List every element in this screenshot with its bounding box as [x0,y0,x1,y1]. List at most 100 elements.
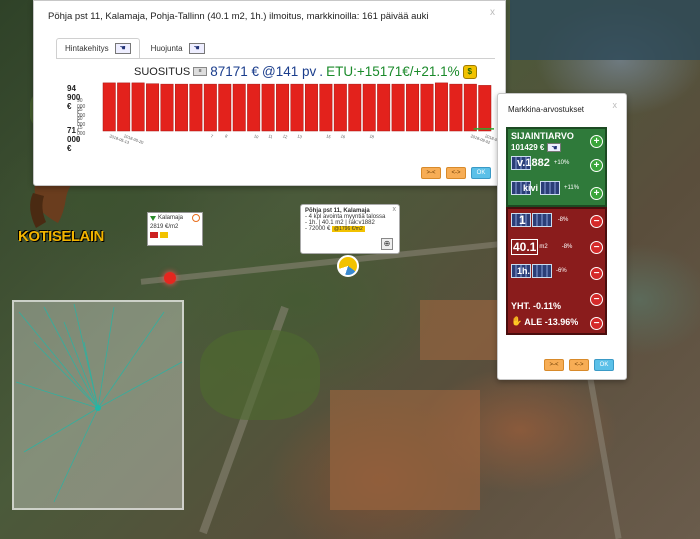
dialog-title: Pöhja pst 11, Kalamaja, Pohja-Tallinn (4… [48,11,429,22]
location-value: 101429 € [511,143,545,152]
down-arrow-icon [150,216,156,221]
collapse-button[interactable]: >-< [421,167,441,179]
panel-close-button[interactable]: x [613,100,618,110]
panel-title: Markkina-arvostukset [508,105,585,114]
advantage-value: ETU:+15171€/+21.1% [326,64,460,79]
tab-label: Hintakehitys [65,44,109,53]
minus-icon[interactable]: − [590,215,603,228]
chart-bar [276,83,290,132]
chart-plot: 2018-05-132018-05-20 7 8 10 11 12 13 15 16 18 2018… [102,82,502,145]
chart-bar [377,83,391,132]
x-tick-label: 18 [369,133,376,139]
chart-bar [131,82,145,132]
chart-bar [391,83,405,132]
material: kivi [523,183,539,193]
minus-icon[interactable]: − [590,317,603,330]
selection-overlay[interactable] [12,300,184,510]
chart-bar [304,83,318,132]
area-pin-card[interactable]: Kalamaja 2819 €/m2 [147,212,203,246]
harbor-water [510,0,700,60]
chart-bar [434,82,448,132]
minus-icon[interactable]: − [590,267,603,280]
plus-icon[interactable]: + [590,159,603,172]
valuation-panel: Markkina-arvostukset x SIJAINTIARVO 1014… [497,93,627,380]
build-year: v.1882 [517,157,550,169]
no-entry-icon [192,214,200,222]
rooms: 1h. [517,266,531,276]
logo-text: KOTISELAIN [18,228,104,245]
house-icon [160,232,168,238]
floor-percent: -8% [557,217,569,223]
plus-icon[interactable]: + [590,135,603,148]
x-tick-label: 10 [253,133,260,139]
chart-bar [261,83,275,132]
brick-icon [540,181,561,195]
negative-factors: 1 -8% − 40.1 m2 -8% − 1h. -6% − − YHT. -0.11… [506,207,607,335]
tab-hintakehitys[interactable]: Hintakehitys ☚ [56,38,140,58]
dialog-tabs: Hintakehitys ☚ Huojunta ☚ [56,38,214,58]
x-tick-label: 16 [340,133,347,139]
chart-bar [174,83,188,132]
discount: ALE -13.96% [524,316,579,327]
recommended-days: @141 pv [262,64,317,79]
positive-factors: SIJAINTIARVO 101429 € ☚ + v.1882 +10% + ki… [506,127,607,207]
x-tick-label: 15 [326,133,333,139]
ok-button[interactable]: OK [594,359,614,371]
chart-bar [189,83,203,132]
chart-bar [420,83,434,132]
chart-bar [362,83,376,132]
popup-price: - 72000 € [305,226,331,232]
recommended-price: 87171 € [210,64,260,79]
tab-label: Huojunta [150,44,183,53]
minus-icon[interactable]: − [590,241,603,254]
chart-bar [463,83,477,132]
expand-button[interactable]: <-> [569,359,589,371]
chart-bar [449,83,463,132]
popup-close-button[interactable]: x [393,206,397,213]
hourglass-icon [150,232,158,238]
chart-bar [146,83,160,132]
plus-icon[interactable]: + [590,187,603,200]
chart-bar [218,83,232,132]
chart-bar [102,82,116,132]
minus-icon[interactable]: − [590,293,603,306]
collapse-button[interactable]: >-< [544,359,564,371]
total-adjustment: YHT. -0.11% [511,301,562,311]
expand-button[interactable]: <-> [446,167,466,179]
room-icon [532,264,553,278]
chart-bar [319,83,333,132]
listing-pie-marker[interactable] [337,255,359,277]
chart-bar [232,83,246,132]
hand-pointer-icon: ☚ [114,43,131,54]
area: 40.1 [511,239,539,255]
park [200,330,320,420]
chart-bar [478,85,492,132]
dialog-button-row: >-< <-> OK [421,167,491,179]
hand-pointer-icon: ☚ [547,143,562,152]
tab-divider [56,58,495,59]
x-tick-label: 13 [297,133,304,139]
info-icon[interactable]: ≡ [193,67,208,76]
hand-pointer-icon: ☚ [188,43,205,54]
x-tick-label: 11 [268,133,274,139]
ok-button[interactable]: OK [471,167,491,179]
dialog-close-button[interactable]: x [490,7,495,18]
recommendation-line: SUOSITUS ≡ 87171 € @141 pv . ETU:+15171€… [134,64,477,79]
money-bag-icon: $ [462,64,477,79]
chart-bar [290,83,304,132]
year-percent: +10% [553,160,570,166]
location-value-label: SIJAINTIARVO [511,131,574,141]
y-tick-label: 71 000 € [67,126,81,153]
location-marker[interactable] [164,272,176,284]
building-icon [531,213,552,227]
rooms-percent: -6% [556,268,567,274]
popup-badge: @1796 €/m2 [332,226,365,232]
hand-icon: ✋ [511,316,523,326]
area-percent: -8% [561,244,573,250]
listing-popup[interactable]: Põhja pst 11, Kalamaja - 4 kpl avointa m… [300,204,400,254]
zoom-icon[interactable]: ⊕ [381,238,393,250]
price-dialog: Pöhja pst 11, Kalamaja, Pohja-Tallinn (4… [33,0,506,186]
chart-bar [406,83,420,132]
x-tick-label: 7 [210,133,215,139]
tab-huojunta[interactable]: Huojunta ☚ [142,38,214,58]
